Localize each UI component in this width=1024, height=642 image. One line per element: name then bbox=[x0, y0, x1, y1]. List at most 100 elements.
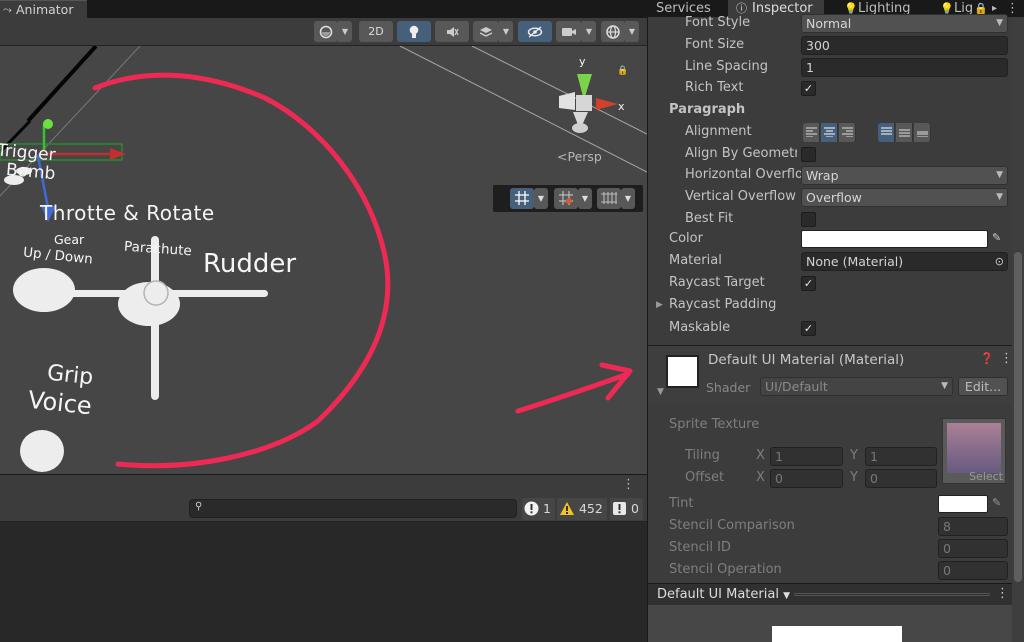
line-spacing-field[interactable]: 1 bbox=[801, 58, 1008, 77]
shader-edit-button[interactable]: Edit... bbox=[958, 377, 1008, 396]
gizmo-y-label: y bbox=[579, 55, 586, 68]
effects-dropdown[interactable]: ▼ bbox=[499, 21, 513, 42]
toggle-2d-button[interactable]: 2D bbox=[359, 21, 393, 42]
warning-icon bbox=[560, 502, 574, 515]
preview-title: Default UI Material bbox=[657, 587, 779, 602]
increment-snap-button[interactable] bbox=[554, 188, 578, 209]
tiling-y-field[interactable]: 1 bbox=[865, 447, 937, 466]
gizmo-lock-icon[interactable]: 🔒 bbox=[617, 66, 628, 76]
warning-count-toggle[interactable]: 452 bbox=[557, 498, 607, 520]
offset-x-field[interactable]: 0 bbox=[770, 469, 843, 488]
error-count-toggle[interactable]: 1 bbox=[522, 498, 555, 520]
object-picker-icon[interactable]: ⊙ bbox=[995, 253, 1004, 270]
tint-color-swatch[interactable] bbox=[938, 495, 988, 513]
align-center-button[interactable] bbox=[821, 123, 838, 142]
grid-visibility-button[interactable] bbox=[597, 188, 621, 209]
message-count: 0 bbox=[630, 501, 639, 516]
row-raycast-padding[interactable]: ▶ Raycast Padding bbox=[648, 294, 1013, 316]
console-panel: ⋮ ⚲ 1 452 0 bbox=[0, 474, 647, 642]
material-value: None (Material) bbox=[806, 254, 904, 269]
axis-gizmo[interactable] bbox=[559, 74, 618, 133]
material-preview-quad bbox=[772, 626, 902, 642]
preview-drag-handle[interactable] bbox=[794, 593, 990, 596]
align-right-button[interactable] bbox=[839, 123, 856, 142]
projection-toggle[interactable]: <Persp bbox=[557, 149, 602, 164]
align-bottom-icon bbox=[917, 131, 928, 137]
camera-button[interactable] bbox=[556, 21, 582, 42]
material-field[interactable]: None (Material) ⊙ bbox=[801, 252, 1008, 271]
eyedropper-icon[interactable]: ✎ bbox=[992, 231, 1001, 244]
rich-text-checkbox[interactable]: ✓ bbox=[801, 81, 816, 96]
raycast-target-checkbox[interactable]: ✓ bbox=[801, 276, 816, 291]
foldout-arrow-icon[interactable]: ▶ bbox=[656, 294, 663, 316]
align-left-button[interactable] bbox=[803, 123, 820, 142]
offset-y-field[interactable]: 0 bbox=[865, 469, 937, 488]
label-gear: Gear bbox=[54, 232, 85, 247]
vertical-overflow-dropdown[interactable]: Overflow ▼ bbox=[801, 188, 1008, 207]
material-title: Default UI Material (Material) bbox=[708, 352, 905, 368]
toggle-2d-label: 2D bbox=[368, 25, 384, 38]
align-middle-button[interactable] bbox=[896, 123, 913, 142]
scene-overlay-toolbar: ▼ ▼ ▼ bbox=[493, 185, 643, 212]
foldout-arrow-icon[interactable]: ▼ bbox=[657, 387, 664, 397]
camera-dropdown[interactable]: ▼ bbox=[582, 21, 596, 42]
row-color: Color ✎ bbox=[648, 228, 1013, 250]
tiling-x-field[interactable]: 1 bbox=[770, 447, 843, 466]
horizontal-overflow-dropdown[interactable]: Wrap ▼ bbox=[801, 166, 1008, 185]
hidden-objects-toggle[interactable] bbox=[518, 21, 552, 42]
shading-mode-button[interactable] bbox=[314, 21, 338, 42]
message-count-toggle[interactable]: 0 bbox=[610, 498, 643, 520]
row-tiling: Tiling X 1 Y 1 bbox=[648, 445, 1013, 467]
align-bottom-button[interactable] bbox=[914, 123, 931, 142]
color-swatch[interactable] bbox=[801, 230, 988, 248]
stencil-id-field[interactable]: 0 bbox=[938, 539, 1008, 558]
annotation-arrow bbox=[515, 362, 633, 414]
font-style-dropdown[interactable]: Normal ▼ bbox=[801, 14, 1008, 33]
grid-snap-button[interactable] bbox=[510, 188, 534, 209]
grid-snap-dropdown[interactable]: ▼ bbox=[534, 188, 548, 209]
shader-value: UI/Default bbox=[765, 379, 828, 394]
tiling-x-label: X bbox=[756, 448, 765, 463]
row-line-spacing: Line Spacing 1 bbox=[648, 56, 1013, 78]
help-icon[interactable]: ❓ bbox=[980, 352, 994, 365]
font-size-field[interactable]: 300 bbox=[801, 36, 1008, 55]
lighting-toggle-button[interactable] bbox=[397, 21, 431, 42]
best-fit-checkbox[interactable] bbox=[801, 212, 816, 227]
chevron-down-icon: ▼ bbox=[941, 381, 948, 391]
preview-menu-icon[interactable]: ⋮ bbox=[996, 586, 1009, 601]
align-by-geometry-checkbox[interactable] bbox=[801, 147, 816, 162]
console-menu-icon[interactable]: ⋮ bbox=[622, 477, 635, 492]
inspector-panel: Services ⓘ Inspector 💡 Lighting 💡 Lig 🔒 … bbox=[647, 0, 1024, 642]
effects-button[interactable] bbox=[473, 21, 499, 42]
audio-toggle-button[interactable] bbox=[435, 21, 469, 42]
font-style-value: Normal bbox=[806, 16, 852, 31]
offset-y-label: Y bbox=[850, 470, 858, 485]
maskable-checkbox[interactable]: ✓ bbox=[801, 321, 816, 336]
font-size-label: Font Size bbox=[685, 37, 745, 52]
inspector-scrollbar-thumb[interactable] bbox=[1014, 252, 1022, 582]
stencil-operation-field[interactable]: 0 bbox=[938, 561, 1008, 580]
stencil-operation-label: Stencil Operation bbox=[669, 562, 782, 577]
scene-panel: ⤳ Animator ▼ 2D ▼ ▼ ▼ Trigger Bomb Throt… bbox=[0, 0, 647, 642]
inspector-scrollbar[interactable] bbox=[1012, 17, 1024, 642]
shader-dropdown[interactable]: UI/Default ▼ bbox=[760, 377, 953, 396]
preview-area bbox=[648, 605, 1013, 642]
paragraph-header: Paragraph bbox=[669, 102, 746, 117]
horizontal-overflow-value: Wrap bbox=[806, 168, 839, 183]
increment-snap-dropdown[interactable]: ▼ bbox=[578, 188, 592, 209]
align-by-geometry-label: Align By Geometry bbox=[685, 146, 797, 161]
console-search-input[interactable]: ⚲ bbox=[189, 499, 517, 518]
shading-mode-dropdown[interactable]: ▼ bbox=[338, 21, 352, 42]
stencil-comparison-field[interactable]: 8 bbox=[938, 517, 1008, 536]
align-top-button[interactable] bbox=[878, 123, 895, 142]
eyedropper-icon[interactable]: ✎ bbox=[992, 496, 1001, 509]
gizmos-button[interactable] bbox=[601, 21, 625, 42]
row-horizontal-overflow: Horizontal Overflo Wrap ▼ bbox=[648, 164, 1013, 186]
align-top-icon bbox=[881, 127, 892, 135]
gizmos-dropdown[interactable]: ▼ bbox=[625, 21, 639, 42]
material-header: ▼ Default UI Material (Material) ❓ ⋮ Sha… bbox=[648, 346, 1013, 404]
grid-visibility-dropdown[interactable]: ▼ bbox=[621, 188, 635, 209]
tab-animator[interactable]: ⤳ Animator bbox=[0, 0, 88, 18]
preview-title-dropdown[interactable]: Default UI Material ▼ bbox=[657, 587, 790, 602]
label-rudder: Rudder bbox=[203, 249, 297, 279]
